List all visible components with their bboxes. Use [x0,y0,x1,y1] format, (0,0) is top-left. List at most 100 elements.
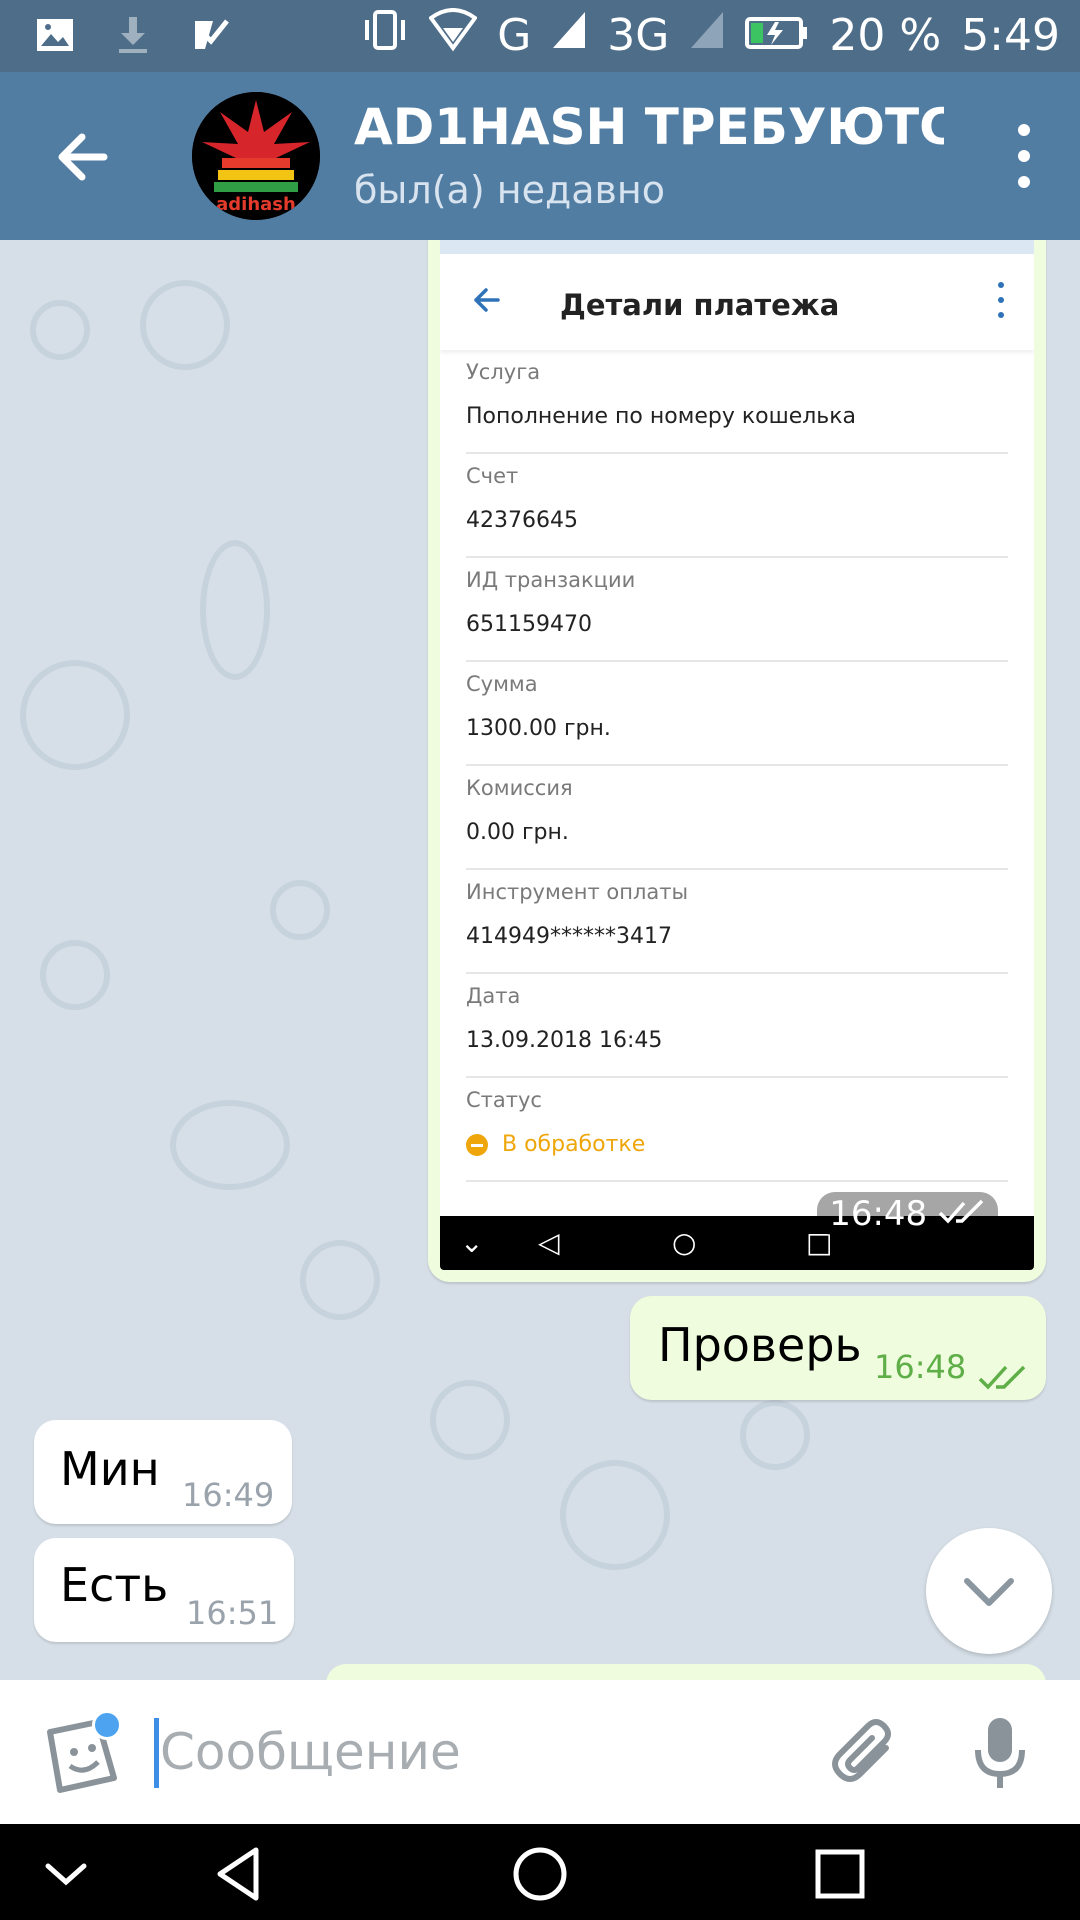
more-vertical-icon [1018,124,1030,136]
detail-row: Комиссия 0.00 грн. [466,766,1008,870]
chat-area[interactable]: Детали платежа Услуга Пополнение по номе… [0,240,1080,1680]
incoming-message[interactable]: Есть 16:51 [34,1538,294,1642]
detail-value: 414949******3417 [466,924,672,949]
doodle-decoration [560,1460,670,1570]
notification-dot [92,1710,122,1740]
photo-time: 16:48 [817,1192,998,1236]
signal-weak-icon [689,10,725,61]
wifi-icon [428,8,478,63]
detail-row: Счет 42376645 [466,454,1008,558]
doodle-decoration [30,300,90,360]
chevron-down-icon [964,1578,1014,1606]
message-text: Мин [60,1442,160,1496]
detail-label: Счет [466,464,519,488]
battery-percent: 20 % [829,10,942,61]
detail-value: 42376645 [466,508,578,533]
detail-label: Дата [466,984,521,1008]
incoming-message[interactable]: Мин 16:49 [34,1420,292,1524]
nav-back-icon [217,1847,259,1901]
vibrate-icon [361,8,409,63]
doodle-decoration [20,660,130,770]
scroll-down-button[interactable] [926,1528,1052,1654]
status-label: Статус [466,1088,542,1112]
download-icon [112,14,154,56]
status-bar: G 3G 20 % 5:49 [0,0,1080,72]
signal-icon [551,10,587,61]
message-time: 16:48 [829,1194,928,1234]
paperclip-icon [832,1719,891,1782]
message-time: 16:51 [186,1594,279,1632]
voice-message-button[interactable] [970,1716,1030,1792]
doodle-decoration [200,540,270,680]
double-check-icon [978,1350,1028,1404]
network-type-1: G [497,10,532,61]
chat-subtitle: был(а) недавно [354,168,666,212]
arrow-left-icon [470,284,502,325]
payment-details: Услуга Пополнение по номеру кошелька Сче… [466,350,1008,1182]
battery-charging-icon [745,10,809,61]
screenshot-toolbar: Детали платежа [440,254,1034,350]
attach-button[interactable] [828,1718,900,1790]
sticker-button[interactable] [40,1710,124,1798]
hide-keyboard-button[interactable] [34,1842,98,1906]
nav-recents-icon [815,1849,865,1899]
avatar[interactable]: adihash [192,92,320,220]
detail-value: 0.00 грн. [466,820,569,845]
screenshot-title: Детали платежа [560,288,840,322]
photo-message[interactable]: Детали платежа Услуга Пополнение по номе… [428,240,1046,1282]
clock: 5:49 [961,10,1060,61]
back-button[interactable] [48,122,118,192]
screenshot-status-bar [440,240,1034,254]
double-check-icon [938,1194,986,1234]
message-time: 16:48 [874,1348,967,1386]
nav-back-icon: ◁ [538,1226,560,1259]
outgoing-message[interactable]: Проверь 16:48 [630,1296,1046,1400]
doodle-decoration [300,1240,380,1320]
nav-recents-button[interactable] [808,1842,872,1906]
outgoing-message-partial[interactable] [326,1664,1046,1680]
detail-row: Инструмент оплаты 414949******3417 [466,870,1008,974]
avatar-text: adihash [216,194,296,215]
gallery-icon [34,14,76,56]
doodle-decoration [140,280,230,370]
message-text: Проверь [658,1318,862,1372]
arrow-left-icon [58,133,108,181]
message-input-bar [0,1680,1080,1824]
detail-label: Услуга [466,360,541,384]
system-navigation-bar [0,1824,1080,1920]
chat-title[interactable]: AD1HASH ТРЕБУЮТС... [354,98,944,156]
nav-home-button[interactable] [508,1842,572,1906]
chevron-down-icon: ⌄ [460,1226,484,1259]
more-menu-button[interactable] [1004,124,1044,188]
nav-home-icon: ○ [672,1226,697,1259]
detail-value: 1300.00 грн. [466,716,611,741]
detail-value: 651159470 [466,612,592,637]
detail-row: ИД транзакции 651159470 [466,558,1008,662]
microphone-icon [975,1718,1025,1788]
chevron-down-icon [45,1863,87,1886]
text-cursor [154,1718,159,1788]
detail-label: Инструмент оплаты [466,880,689,904]
nav-back-button[interactable] [208,1842,272,1906]
doodle-decoration [270,880,330,940]
doodle-decoration [740,1400,810,1470]
status-text: В обработке [502,1132,646,1157]
chat-header: adihash AD1HASH ТРЕБУЮТС... был(а) недав… [0,72,1080,240]
payment-screenshot[interactable]: Детали платежа Услуга Пополнение по номе… [440,240,1034,1270]
doodle-decoration [40,940,110,1010]
message-time: 16:49 [182,1476,275,1514]
detail-row: Сумма 1300.00 грн. [466,662,1008,766]
detail-label: Комиссия [466,776,573,800]
message-text: Есть [60,1558,169,1612]
doodle-decoration [170,1100,290,1190]
nav-home-icon [513,1847,567,1901]
message-input[interactable] [160,1716,800,1788]
detail-row: Дата 13.09.2018 16:45 [466,974,1008,1078]
more-vertical-icon [996,282,1006,318]
detail-label: ИД транзакции [466,568,636,592]
detail-value: 13.09.2018 16:45 [466,1028,663,1053]
status-value: В обработке [466,1132,645,1157]
task-check-icon [190,14,232,56]
pending-icon [466,1133,488,1156]
doodle-decoration [430,1380,510,1460]
